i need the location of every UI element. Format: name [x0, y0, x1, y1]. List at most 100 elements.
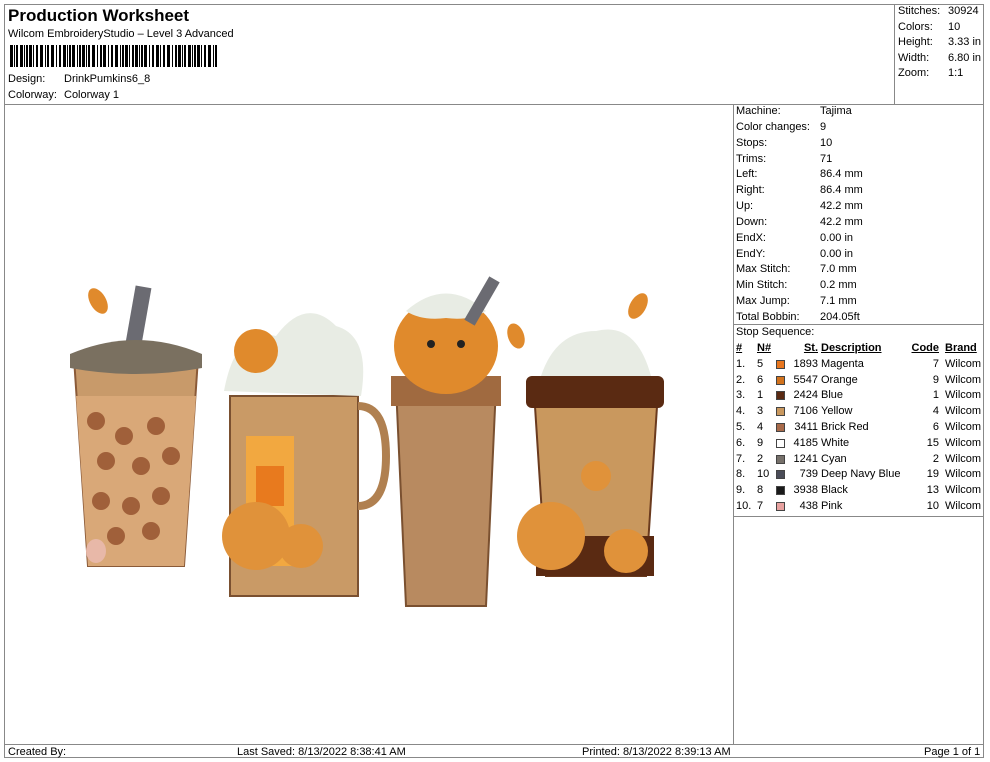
thread-brand: Wilcom — [945, 405, 982, 418]
embroidery-design-preview — [70, 276, 664, 607]
machine-info-row: Up: 42.2 mm — [736, 200, 976, 216]
machine-info-row: EndX: 0.00 in — [736, 232, 976, 248]
barcode — [10, 45, 217, 67]
stop-sequence-row: 6. 9 4185 White 15 Wilcom — [736, 437, 984, 453]
stop-number: 5. — [736, 420, 746, 433]
barcode-bar — [175, 45, 177, 67]
machine-info-value: 10 — [820, 136, 833, 149]
color-description: Yellow — [821, 405, 853, 418]
barcode-bar — [88, 45, 90, 67]
machine-info-value: 71 — [820, 152, 833, 165]
machine-info-row: Stops: 10 — [736, 137, 976, 153]
col-header-number: # — [736, 342, 743, 354]
machine-info-value: 86.4 mm — [820, 184, 863, 197]
needle-number: 4 — [757, 420, 764, 433]
stat-label: Stitches: — [898, 5, 941, 17]
stop-number: 10. — [736, 499, 752, 512]
takeaway-coffee-cup — [517, 329, 664, 577]
stat-label: Colors: — [898, 20, 933, 33]
needle-number: 8 — [757, 484, 764, 497]
barcode-bar — [77, 45, 78, 67]
thread-brand: Wilcom — [945, 373, 982, 386]
machine-info-row: Machine: Tajima — [736, 105, 976, 121]
stop-sequence-row: 1. 5 1893 Magenta 7 Wilcom — [736, 358, 984, 374]
stop-number: 2. — [736, 373, 746, 386]
barcode-bar — [115, 45, 118, 67]
stop-sequence-row: 8. 10 739 Deep Navy Blue 19 Wilcom — [736, 468, 984, 484]
machine-info-label: Right: — [736, 184, 765, 197]
design-label: Design: — [8, 73, 46, 85]
color-code: 13 — [926, 484, 939, 497]
barcode-bar — [184, 45, 186, 67]
color-swatch — [776, 501, 785, 511]
color-swatch — [776, 422, 785, 432]
stat-value: 1:1 — [948, 67, 964, 80]
barcode-bar — [63, 45, 66, 67]
thread-brand: Wilcom — [945, 484, 982, 497]
barcode-bar — [129, 45, 130, 67]
col-header-brand: Brand — [945, 342, 977, 354]
machine-info-row: Right: 86.4 mm — [736, 184, 976, 200]
color-description: Orange — [821, 373, 858, 386]
color-code: 6 — [932, 420, 939, 433]
barcode-bar — [160, 45, 161, 67]
machine-info-label: Stops: — [736, 136, 768, 149]
machine-info-row: Max Stitch: 7.0 mm — [736, 263, 976, 279]
barcode-bar — [92, 45, 95, 67]
machine-info-label: Left: — [736, 168, 758, 181]
info-divider — [733, 104, 734, 744]
stitch-count: 5547 — [793, 373, 818, 386]
latte-mug — [222, 313, 391, 597]
col-header-code: Code — [911, 342, 940, 354]
printed-date: Printed: 8/13/2022 8:39:13 AM — [582, 746, 731, 758]
page-title: Production Worksheet — [8, 6, 190, 25]
stat-row: Width: 6.80 in — [898, 52, 984, 68]
barcode-bar — [139, 45, 140, 67]
color-description: Deep Navy Blue — [821, 468, 901, 481]
stat-row: Height: 3.33 in — [898, 36, 984, 52]
thread-brand: Wilcom — [945, 389, 982, 402]
barcode-bar — [172, 45, 173, 67]
barcode-bar — [197, 45, 200, 67]
barcode-bar — [79, 45, 81, 67]
col-header-description: Description — [821, 342, 882, 354]
barcode-bar — [215, 45, 217, 67]
machine-info-label: Max Jump: — [736, 295, 790, 308]
stop-sequence-row: 2. 6 5547 Orange 9 Wilcom — [736, 374, 984, 390]
machine-info-value: 7.1 mm — [820, 295, 857, 308]
stitch-count: 3411 — [794, 420, 818, 433]
needle-number: 1 — [757, 389, 764, 402]
color-code: 4 — [932, 405, 939, 418]
barcode-bar — [108, 45, 109, 67]
stat-label: Zoom: — [898, 67, 930, 80]
barcode-bar — [82, 45, 85, 67]
barcode-bar — [67, 45, 68, 67]
thread-brand: Wilcom — [945, 357, 982, 370]
barcode-bar — [56, 45, 57, 67]
needle-number: 2 — [757, 452, 764, 465]
stop-number: 8. — [736, 468, 746, 481]
color-code: 1 — [932, 389, 939, 402]
design-value: DrinkPumkins6_8 — [64, 73, 151, 85]
barcode-bar — [45, 45, 46, 67]
color-code: 10 — [926, 499, 939, 512]
barcode-bar — [132, 45, 134, 67]
machine-info-value: 42.2 mm — [820, 200, 863, 213]
barcode-bar — [10, 45, 13, 67]
barcode-bar — [182, 45, 183, 67]
iced-coffee-cup — [70, 285, 202, 567]
barcode-bar — [152, 45, 154, 67]
stat-label: Width: — [898, 51, 930, 64]
machine-info-value: 0.00 in — [820, 247, 854, 260]
barcode-bar — [125, 45, 128, 67]
stitch-count: 739 — [799, 468, 818, 481]
summary-stats: Stitches: 30924 Colors: 10 Height: 3.33 in … — [898, 5, 984, 83]
color-description: Cyan — [821, 452, 847, 465]
stop-sequence-row: 9. 8 3938 Black 13 Wilcom — [736, 484, 984, 500]
stop-number: 6. — [736, 436, 746, 449]
thread-brand: Wilcom — [945, 436, 982, 449]
barcode-bar — [97, 45, 98, 67]
stitch-count: 1893 — [793, 357, 818, 370]
color-description: Magenta — [821, 357, 864, 370]
machine-info-row: Max Jump: 7.1 mm — [736, 295, 976, 311]
